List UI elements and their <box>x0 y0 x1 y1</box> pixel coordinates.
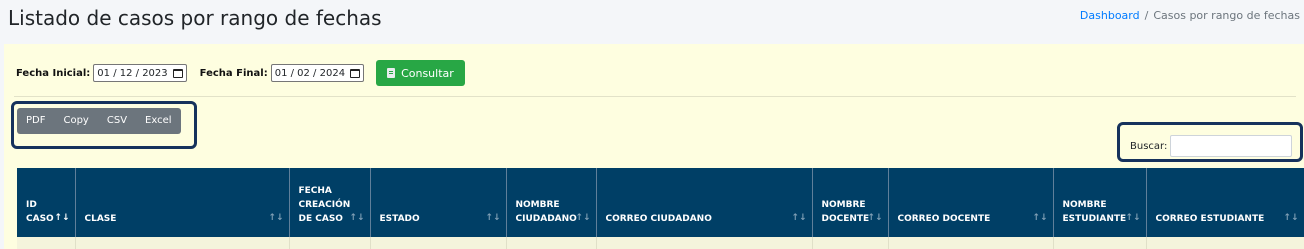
col-header-correo-ciudadano[interactable]: CORREO CIUDADANO ↑↓ <box>596 168 813 237</box>
document-icon <box>387 68 396 78</box>
sort-icon[interactable]: ↑↓ <box>1125 211 1140 225</box>
col-header-text: NOMBRE <box>515 200 560 210</box>
main-panel: Fecha Inicial: 01 / 12 / 2023 Fecha Fina… <box>4 44 1304 249</box>
table-cell <box>370 237 507 249</box>
sort-icon[interactable]: ↑↓ <box>268 211 283 225</box>
export-copy-button[interactable]: Copy <box>54 108 97 134</box>
col-header-correo-estudiante[interactable]: CORREO ESTUDIANTE ↑↓ <box>1146 168 1304 237</box>
sort-icon[interactable]: ↑↓ <box>575 211 590 225</box>
col-header-text: CLASE <box>84 214 117 224</box>
cases-table: ID CASO ↑↓ CLASE ↑↓ FECHA CREACIÓN DE CASO ↑↓ … <box>17 168 1304 249</box>
table-cell <box>17 237 76 249</box>
col-header-text: CORREO ESTUDIANTE <box>1155 214 1265 224</box>
col-header-text: CIUDADANO <box>515 214 577 224</box>
col-header-text: ESTADO <box>379 214 420 224</box>
date-filter-form: Fecha Inicial: 01 / 12 / 2023 Fecha Fina… <box>16 60 465 86</box>
export-pdf-button[interactable]: PDF <box>17 108 54 134</box>
table-cell <box>75 237 290 249</box>
col-header-fecha-creacion[interactable]: FECHA CREACIÓN DE CASO ↑↓ <box>289 168 371 237</box>
col-header-text: DOCENTE <box>821 214 870 224</box>
table-cell <box>1053 237 1147 249</box>
table-cell <box>289 237 371 249</box>
export-button-group: PDF Copy CSV Excel <box>17 108 181 134</box>
table-cell <box>596 237 813 249</box>
sort-icon[interactable]: ↑↓ <box>867 211 882 225</box>
divider <box>14 96 1296 97</box>
col-header-nombre-ciudadano[interactable]: NOMBRE CIUDADANO ↑↓ <box>506 168 597 237</box>
col-header-text: NOMBRE <box>821 200 866 210</box>
sort-icon[interactable]: ↑↓ <box>1283 211 1298 225</box>
sort-icon[interactable]: ↑↓ <box>1032 211 1047 225</box>
page-title: Listado de casos por rango de fechas <box>8 6 382 30</box>
col-header-estado[interactable]: ESTADO ↑↓ <box>370 168 507 237</box>
end-date-value: 01 / 02 / 2024 <box>274 67 346 79</box>
sort-icon[interactable]: ↑↓ <box>791 211 806 225</box>
table-cell <box>1146 237 1304 249</box>
table-cell <box>812 237 889 249</box>
export-csv-button[interactable]: CSV <box>98 108 136 134</box>
calendar-icon[interactable] <box>172 68 183 78</box>
end-date-label: Fecha Final: <box>199 67 268 79</box>
table-cell <box>888 237 1054 249</box>
col-header-correo-docente[interactable]: CORREO DOCENTE ↑↓ <box>888 168 1054 237</box>
search-input[interactable] <box>1170 135 1292 157</box>
col-header-id-caso[interactable]: ID CASO ↑↓ <box>17 168 76 237</box>
start-date-label: Fecha Inicial: <box>16 67 91 79</box>
col-header-text: CREACIÓN <box>298 200 351 210</box>
breadcrumb-current: Casos por rango de fechas <box>1153 9 1300 22</box>
table-row <box>17 237 1304 249</box>
start-date-value: 01 / 12 / 2023 <box>97 67 168 79</box>
export-excel-button[interactable]: Excel <box>136 108 181 134</box>
col-header-text: CORREO DOCENTE <box>897 214 991 224</box>
col-header-text: ID <box>26 200 37 210</box>
content-header: Listado de casos por rango de fechas Das… <box>0 0 1304 42</box>
consultar-label: Consultar <box>401 66 454 80</box>
col-header-text: ESTUDIANTE <box>1062 214 1127 224</box>
sort-icon[interactable]: ↑↓ <box>485 211 500 225</box>
col-header-text: NOMBRE <box>1062 200 1107 210</box>
end-date-input[interactable]: 01 / 02 / 2024 <box>270 64 365 82</box>
col-header-nombre-docente[interactable]: NOMBRE DOCENTE ↑↓ <box>812 168 889 237</box>
sort-icon[interactable]: ↑↓ <box>349 211 364 225</box>
start-date-input[interactable]: 01 / 12 / 2023 <box>93 64 187 82</box>
breadcrumb-separator: / <box>1144 9 1149 22</box>
consultar-button[interactable]: Consultar <box>376 60 465 86</box>
breadcrumb-dashboard-link[interactable]: Dashboard <box>1080 9 1140 22</box>
col-header-text: CASO <box>26 214 54 224</box>
table-header-row: ID CASO ↑↓ CLASE ↑↓ FECHA CREACIÓN DE CASO ↑↓ … <box>17 168 1304 237</box>
col-header-text: CORREO CIUDADANO <box>605 214 712 224</box>
search-label: Buscar: <box>1130 141 1168 152</box>
sort-asc-icon[interactable]: ↑↓ <box>54 211 69 225</box>
col-header-clase[interactable]: CLASE ↑↓ <box>75 168 290 237</box>
calendar-icon[interactable] <box>350 68 361 78</box>
col-header-text: DE CASO <box>298 214 343 224</box>
breadcrumb: Dashboard / Casos por rango de fechas <box>1080 9 1300 22</box>
col-header-nombre-estudiante[interactable]: NOMBRE ESTUDIANTE ↑↓ <box>1053 168 1147 237</box>
col-header-text: FECHA <box>298 186 332 196</box>
table-cell <box>506 237 597 249</box>
